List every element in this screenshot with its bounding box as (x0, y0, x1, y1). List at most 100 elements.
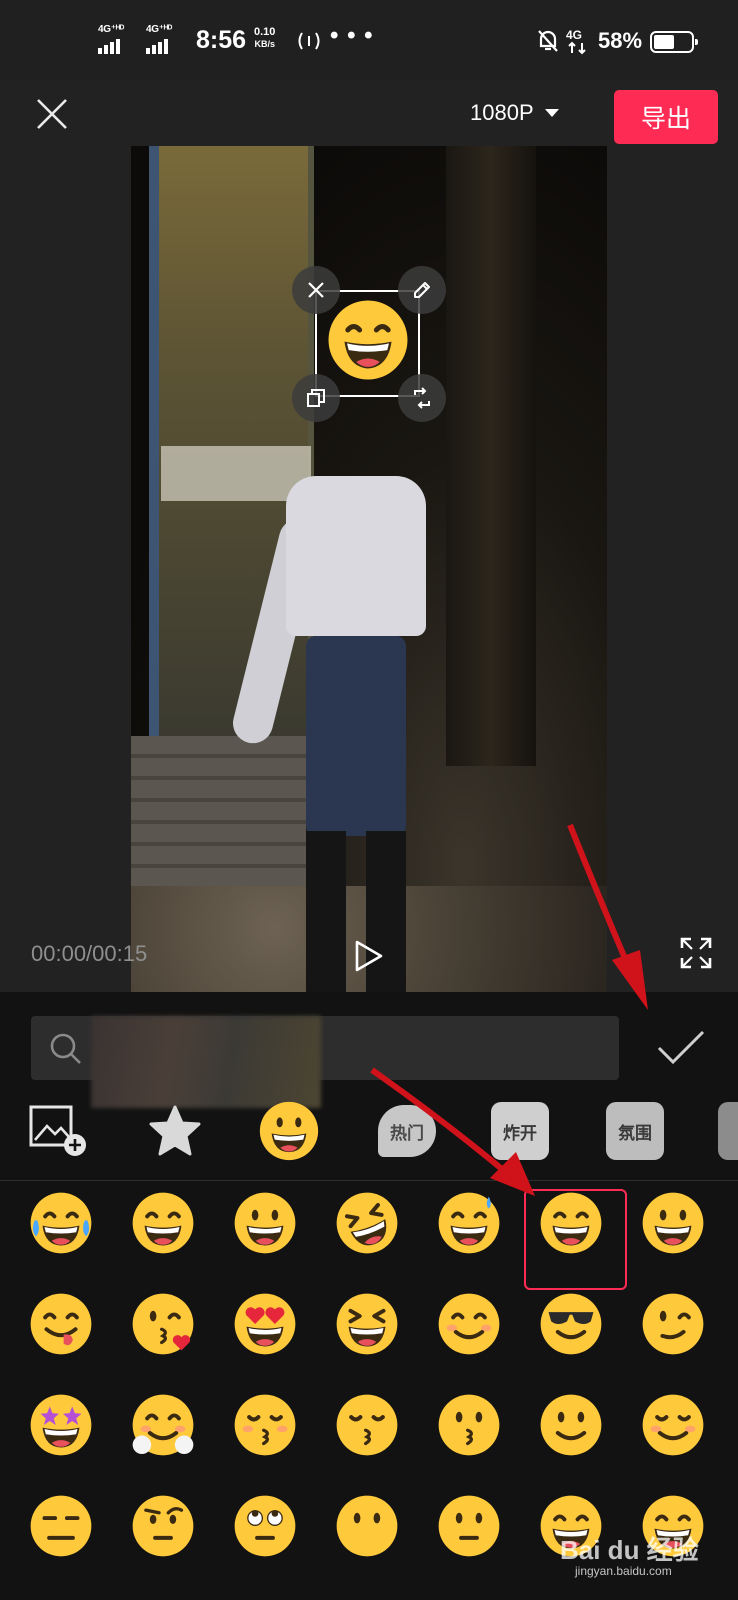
emoji-sunglasses[interactable] (538, 1291, 604, 1357)
category-add-image[interactable] (26, 1098, 90, 1164)
kiss-blush-icon (234, 1394, 296, 1456)
sunglasses-icon (540, 1293, 602, 1355)
kiss-closed-icon (336, 1394, 398, 1456)
emoji-raised-eyebrow[interactable] (130, 1493, 196, 1559)
sticker-search-bar[interactable] (31, 1016, 619, 1108)
video-person (228, 476, 446, 992)
emoji-tears-of-joy[interactable] (28, 1190, 94, 1256)
category-atmosphere-label: 氛围 (606, 1102, 664, 1160)
sticker-rotate-scale-button[interactable] (398, 374, 446, 422)
video-tree (446, 146, 536, 766)
checkmark-icon (657, 1030, 705, 1065)
image-add-icon (29, 1105, 86, 1156)
no-mouth-icon (336, 1495, 398, 1557)
smile-open-icon (234, 1192, 296, 1254)
copy-icon (307, 389, 325, 407)
kiss-heart-icon (132, 1293, 194, 1355)
emoji-yum[interactable] (28, 1291, 94, 1357)
relaxed-icon (642, 1394, 704, 1456)
heart-eyes-icon (234, 1293, 296, 1355)
emoji-eye-roll[interactable] (232, 1493, 298, 1559)
export-button[interactable]: 导出 (614, 90, 718, 144)
star-struck-icon (30, 1394, 92, 1456)
emoji-kiss-blush[interactable] (232, 1392, 298, 1458)
laugh-squint-icon (336, 1192, 398, 1254)
network-speed-unit: KB/s (254, 39, 275, 49)
tears-of-joy-icon (30, 1192, 92, 1254)
sticker-search-input[interactable] (93, 1016, 593, 1080)
emoji-hug[interactable] (130, 1392, 196, 1458)
emoji-star-struck[interactable] (28, 1392, 94, 1458)
grin-sticker[interactable] (326, 298, 410, 387)
confirm-button[interactable] (656, 1028, 706, 1068)
sticker-duplicate-button[interactable] (292, 374, 340, 422)
category-favorites[interactable] (143, 1098, 207, 1164)
search-icon (50, 1033, 81, 1064)
squint-laugh-icon (336, 1293, 398, 1355)
watermark-brand: Bai du 经验 (560, 1535, 699, 1565)
emoji-smiley[interactable] (640, 1190, 706, 1256)
emoji-no-mouth[interactable] (334, 1493, 400, 1559)
baidu-jingyan-watermark: Bai du 经验 jingyan.baidu.com (560, 1530, 699, 1578)
sticker-category-bar: 热门 炸开 氛围 爱 (0, 1098, 738, 1182)
emoji-laugh-squint[interactable] (334, 1190, 400, 1256)
battery-percent: 58% (598, 28, 643, 53)
emoji-kiss-heart[interactable] (130, 1291, 196, 1357)
kiss-icon (438, 1394, 500, 1456)
emoji-sweat-smile[interactable] (436, 1190, 502, 1256)
category-emoji[interactable] (256, 1098, 322, 1164)
category-hot[interactable]: 热门 (374, 1098, 440, 1164)
clock: 8:56 (196, 26, 247, 54)
sticker-edit-button[interactable] (398, 266, 446, 314)
emoji-kiss[interactable] (436, 1392, 502, 1458)
emoji-smile-open[interactable] (232, 1190, 298, 1256)
resolution-dropdown[interactable]: 1080P (470, 100, 560, 126)
emoji-heart-eyes[interactable] (232, 1291, 298, 1357)
yum-icon (30, 1293, 92, 1355)
grin-icon (328, 300, 408, 380)
blush-smile-icon (438, 1293, 500, 1355)
sim1-label: 4G⁺ᴴᴰ (98, 24, 125, 35)
emoji-relaxed[interactable] (640, 1392, 706, 1458)
emoji-expressionless[interactable] (28, 1493, 94, 1559)
star-icon (149, 1105, 201, 1156)
hug-icon (132, 1394, 194, 1456)
raised-eyebrow-icon (132, 1495, 194, 1557)
category-atmosphere[interactable]: 氛围 (604, 1098, 666, 1164)
category-explode[interactable]: 炸开 (489, 1098, 551, 1164)
emoji-slight-smile[interactable] (538, 1392, 604, 1458)
emoji-grin[interactable] (130, 1190, 196, 1256)
close-icon (308, 282, 324, 298)
caret-down-icon (544, 109, 559, 117)
category-explode-label: 炸开 (491, 1102, 549, 1160)
smiley-icon (642, 1192, 704, 1254)
play-button[interactable] (352, 938, 386, 974)
play-icon (355, 940, 383, 972)
fullscreen-icon (680, 937, 712, 969)
grin-icon (132, 1192, 194, 1254)
emoji-wink[interactable] (640, 1291, 706, 1357)
expressionless-icon (30, 1495, 92, 1557)
rotate-icon (414, 387, 430, 409)
playback-timecode: 00:00/00:15 (31, 941, 148, 966)
status-bar: 4G⁺ᴴᴰ 4G⁺ᴴᴰ 8:56 0.10 KB/s • • • 4G 58% (0, 0, 738, 80)
sticker-delete-button[interactable] (292, 266, 340, 314)
emoji-smile-icon (259, 1101, 319, 1161)
emoji-squint-laugh[interactable] (334, 1291, 400, 1357)
sweat-smile-icon (438, 1192, 500, 1254)
close-editor-button[interactable] (32, 94, 72, 134)
battery-icon (650, 31, 698, 53)
emoji-blush-smile[interactable] (436, 1291, 502, 1357)
slight-smile-icon (540, 1394, 602, 1456)
fullscreen-button[interactable] (680, 937, 712, 969)
mobile-data-icon: 4G (566, 26, 590, 56)
network-speed: 0.10 KB/s (254, 26, 275, 50)
more-notifications-icon: • • • (330, 22, 374, 49)
emoji-neutral[interactable] (436, 1493, 502, 1559)
video-canvas[interactable] (131, 146, 607, 992)
emoji-kiss-closed[interactable] (334, 1392, 400, 1458)
hotspot-icon (298, 32, 320, 50)
resolution-value: 1080P (470, 100, 534, 125)
category-more-label: 爱 (718, 1102, 738, 1160)
category-more[interactable]: 爱 (718, 1098, 738, 1164)
